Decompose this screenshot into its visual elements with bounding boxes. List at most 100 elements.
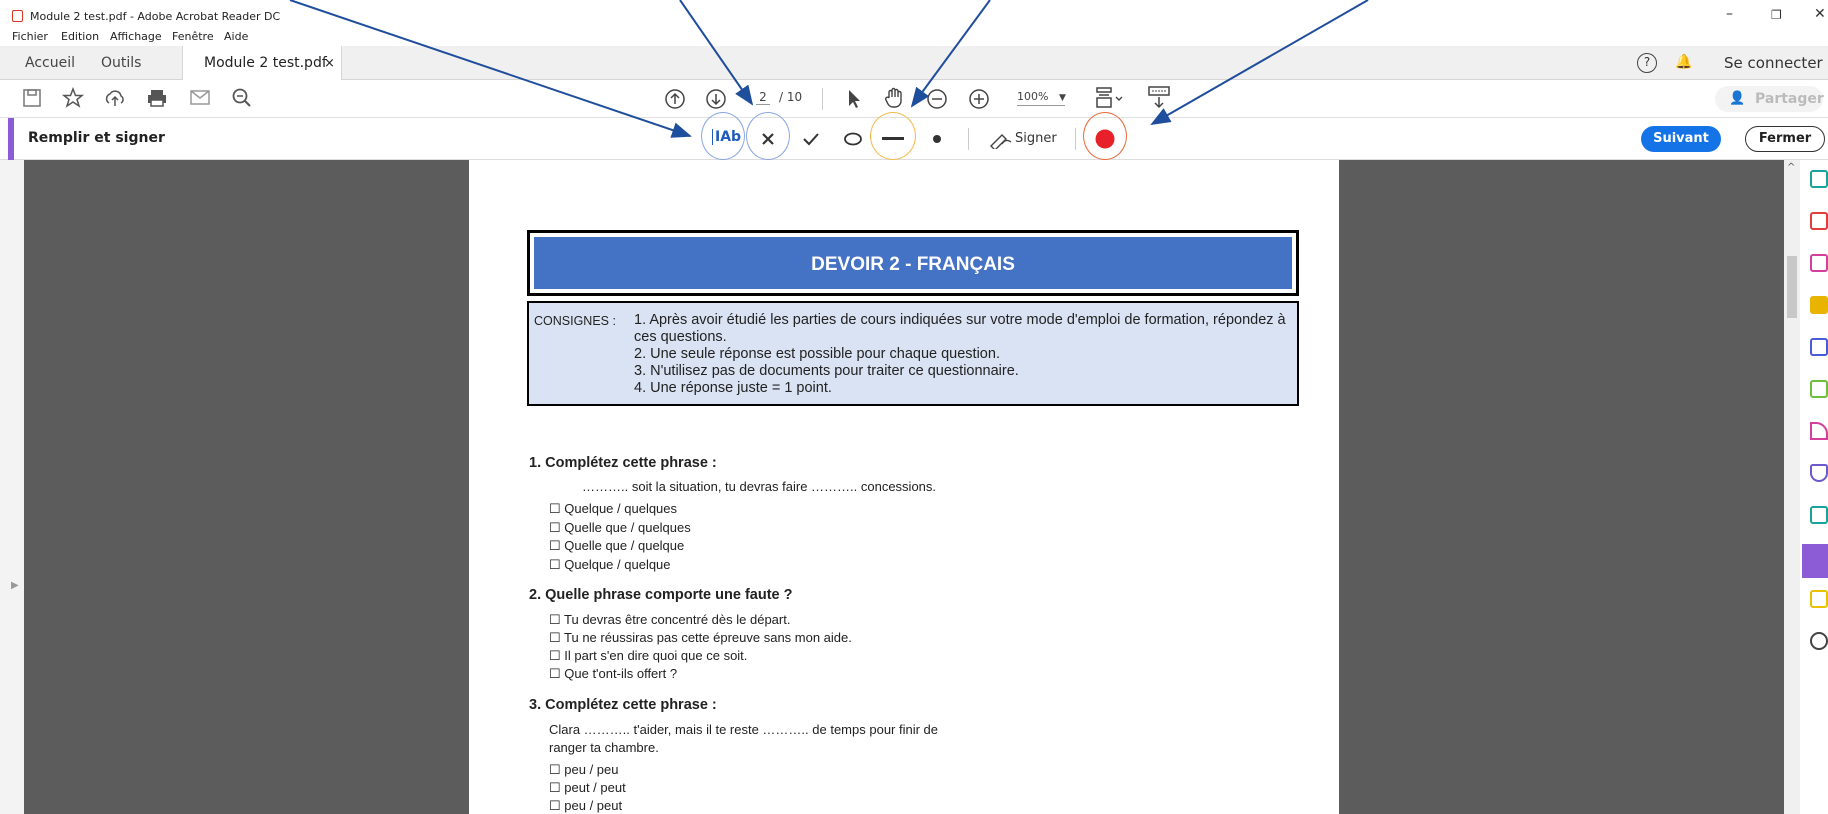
sign-in-link[interactable]: Se connecter xyxy=(1724,54,1823,72)
restore-button[interactable]: ❐ xyxy=(1771,8,1782,22)
tab-close-icon[interactable]: × xyxy=(324,56,335,71)
share-user-icon: 👤 xyxy=(1729,91,1746,106)
window-title: Module 2 test.pdf - Adobe Acrobat Reader… xyxy=(30,10,281,23)
consigne-2: 2. Une seule réponse est possible pour c… xyxy=(634,346,1000,362)
expand-arrow-icon[interactable]: ▶ xyxy=(11,580,19,591)
acrobat-logo-icon xyxy=(12,10,23,22)
divider xyxy=(968,128,969,150)
organize-pages-icon[interactable] xyxy=(1810,254,1828,272)
protect-icon[interactable] xyxy=(1810,464,1828,482)
consignes-label: CONSIGNES : xyxy=(534,314,616,328)
scrollbar-thumb[interactable] xyxy=(1787,256,1797,318)
title-bar: Module 2 test.pdf - Adobe Acrobat Reader… xyxy=(0,0,1828,28)
main-toolbar: 2 / 10 100% ▼ 👤 Partager xyxy=(0,80,1828,118)
fill-sign-pink-icon[interactable] xyxy=(1810,422,1828,440)
line-tool-icon[interactable] xyxy=(882,137,904,141)
dot-tool-icon[interactable] xyxy=(932,134,942,144)
bookmark-star-icon[interactable] xyxy=(62,87,84,109)
share-label: Partager xyxy=(1755,91,1824,107)
menu-edition[interactable]: Edition xyxy=(61,30,99,43)
left-panel-toggle[interactable]: ▶ xyxy=(0,160,24,814)
circle-tool-icon[interactable] xyxy=(843,132,863,146)
q2-option-3[interactable]: ☐ Il part s'en dire quoi que ce soit. xyxy=(549,648,747,664)
hand-tool-icon[interactable] xyxy=(883,86,907,110)
tab-accueil[interactable]: Accueil xyxy=(25,46,75,80)
consigne-4: 4. Une réponse juste = 1 point. xyxy=(634,380,832,396)
q1-option-4[interactable]: ☐ Quelque / quelque xyxy=(549,557,671,573)
sign-button-label[interactable]: Signer xyxy=(1015,131,1057,146)
page-total: / 10 xyxy=(779,90,803,104)
pdf-page: DEVOIR 2 - FRANÇAIS CONSIGNES : 1. Après… xyxy=(469,160,1339,814)
add-text-tool-button[interactable]: IAb xyxy=(712,129,741,145)
fit-page-icon[interactable] xyxy=(1095,86,1127,110)
q1-option-3[interactable]: ☐ Quelle que / quelque xyxy=(549,538,684,554)
line-tool-highlight xyxy=(870,112,916,160)
next-page-icon[interactable] xyxy=(705,88,727,110)
zoom-search-icon[interactable] xyxy=(231,87,253,109)
print-icon[interactable] xyxy=(146,88,168,108)
minimize-button[interactable]: – xyxy=(1726,6,1733,22)
q3-option-3[interactable]: ☐ peu / peut xyxy=(549,798,622,814)
menu-bar: Fichier Edition Affichage Fenêtre Aide xyxy=(0,28,1828,46)
document-title: DEVOIR 2 - FRANÇAIS xyxy=(534,237,1292,289)
q3-option-2[interactable]: ☐ peut / peut xyxy=(549,780,626,796)
cross-mark-tool-icon[interactable] xyxy=(760,131,776,147)
tab-document[interactable]: Module 2 test.pdf × xyxy=(182,46,342,80)
notifications-bell-icon[interactable]: 🔔 xyxy=(1675,54,1692,70)
tab-document-label: Module 2 test.pdf xyxy=(204,55,327,71)
consignes-box: CONSIGNES : 1. Après avoir étudié les pa… xyxy=(527,301,1299,406)
menu-affichage[interactable]: Affichage xyxy=(110,30,162,43)
zoom-level-select[interactable]: 100% xyxy=(1017,90,1065,106)
close-button[interactable]: Fermer xyxy=(1745,126,1825,152)
question-3-title: 3. Complétez cette phrase : xyxy=(529,697,717,713)
q1-option-1[interactable]: ☐ Quelque / quelques xyxy=(549,501,677,517)
tab-outils[interactable]: Outils xyxy=(101,46,141,80)
fill-and-sign-toolbar: Remplir et signer IAb Signer Suivant Fer… xyxy=(0,112,1828,160)
right-tools-pane xyxy=(1800,160,1828,814)
next-button[interactable]: Suivant xyxy=(1641,126,1721,152)
combine-files-icon[interactable] xyxy=(1810,338,1828,356)
checkmark-tool-icon[interactable] xyxy=(802,131,820,147)
sign-pen-icon[interactable] xyxy=(988,129,1014,149)
compress-icon[interactable] xyxy=(1810,380,1828,398)
zoom-out-icon[interactable] xyxy=(926,88,948,110)
customize-tools-icon[interactable] xyxy=(1810,632,1828,650)
q2-option-2[interactable]: ☐ Tu ne réussiras pas cette épreuve sans… xyxy=(549,630,852,646)
select-cursor-icon[interactable] xyxy=(845,88,863,110)
close-window-button[interactable]: ✕ xyxy=(1814,6,1826,22)
reading-mode-icon[interactable] xyxy=(1147,85,1171,111)
menu-fichier[interactable]: Fichier xyxy=(12,30,48,43)
q2-option-4[interactable]: ☐ Que t'ont-ils offert ? xyxy=(549,666,677,682)
export-pdf-icon[interactable] xyxy=(1810,212,1828,230)
previous-page-icon[interactable] xyxy=(664,88,686,110)
document-header: DEVOIR 2 - FRANÇAIS xyxy=(527,230,1299,296)
help-icon[interactable]: ? xyxy=(1637,53,1657,73)
scroll-up-chevron-icon[interactable]: ^ xyxy=(1787,162,1795,173)
tab-bar: Accueil Outils Module 2 test.pdf × ? 🔔 S… xyxy=(0,46,1828,80)
menu-fenetre[interactable]: Fenêtre xyxy=(172,30,214,43)
email-icon[interactable] xyxy=(189,89,211,107)
comment-icon[interactable] xyxy=(1810,296,1828,314)
question-3-prompt-line-1: Clara ……….. t'aider, mais il te reste ……… xyxy=(549,722,939,737)
divider xyxy=(822,88,823,110)
fill-sign-title: Remplir et signer xyxy=(28,130,165,146)
zoom-dropdown-chevron-icon[interactable]: ▼ xyxy=(1059,93,1066,103)
consignes-text: 1. Après avoir étudié les parties de cou… xyxy=(634,312,1289,397)
more-tools-icon[interactable] xyxy=(1810,590,1828,608)
q1-option-2[interactable]: ☐ Quelle que / quelques xyxy=(549,520,691,536)
upload-cloud-icon[interactable] xyxy=(103,87,127,109)
create-pdf-icon[interactable] xyxy=(1810,170,1828,188)
q2-option-1[interactable]: ☐ Tu devras être concentré dès le départ… xyxy=(549,612,790,628)
menu-aide[interactable]: Aide xyxy=(224,30,248,43)
q3-option-1[interactable]: ☐ peu / peu xyxy=(549,762,618,778)
scan-enhance-icon[interactable] xyxy=(1810,506,1828,524)
save-icon[interactable] xyxy=(22,88,42,108)
page-number-input[interactable]: 2 xyxy=(756,90,770,105)
consigne-3: 3. N'utilisez pas de documents pour trai… xyxy=(634,363,1019,379)
color-picker-red-dot[interactable] xyxy=(1095,129,1115,149)
fill-sign-active-icon[interactable] xyxy=(1802,544,1828,578)
share-button[interactable]: 👤 Partager xyxy=(1715,86,1824,112)
vertical-scrollbar[interactable]: ^ xyxy=(1784,160,1800,814)
question-2-title: 2. Quelle phrase comporte une faute ? xyxy=(529,587,793,603)
zoom-in-icon[interactable] xyxy=(968,88,990,110)
